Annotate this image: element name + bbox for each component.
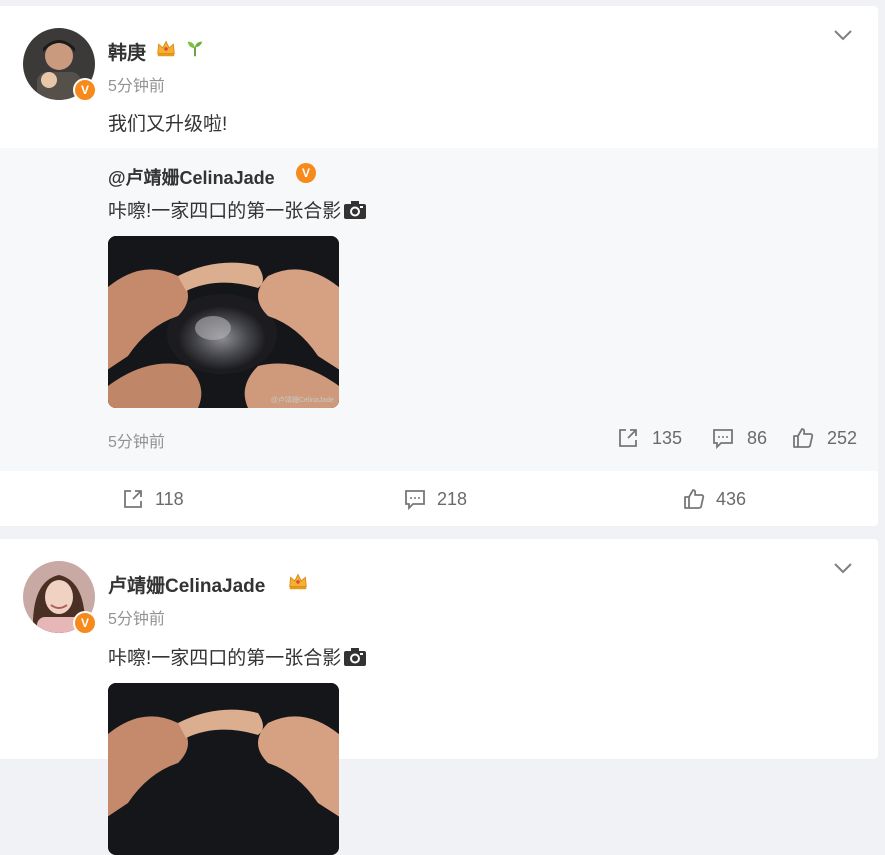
share-count: 118	[155, 488, 184, 509]
post-card: V 卢靖姗CelinaJade 5分钟前 咔嚓!一家四口的第一张合影	[0, 539, 878, 855]
thumbs-up-icon	[793, 428, 814, 448]
image-watermark: @卢靖姗CelinaJade	[270, 397, 334, 404]
post-time[interactable]: 5分钟前	[108, 72, 165, 96]
crown-icon	[157, 40, 175, 57]
post-image[interactable]	[108, 683, 339, 855]
repost-count: 135	[652, 427, 683, 448]
repost-source[interactable]: @卢靖姗CelinaJade	[108, 164, 275, 190]
post-card: V 韩庚 5分钟前 我们又升级啦! @卢靖姗CelinaJade V 咔嚓!一家…	[0, 6, 878, 526]
avatar[interactable]: V	[23, 28, 97, 102]
share-icon	[124, 490, 142, 508]
ultrasound-photo	[108, 683, 339, 855]
comment-count: 218	[437, 488, 468, 509]
post-text: 咔嚓!一家四口的第一张合影	[108, 643, 367, 670]
post-image[interactable]: @卢靖姗CelinaJade	[108, 236, 339, 408]
repost-comment-button[interactable]: 86	[711, 426, 767, 450]
share-icon	[619, 429, 637, 447]
repost-text-content: 咔嚓!一家四口的第一张合影	[108, 201, 342, 222]
camera-icon	[344, 201, 367, 219]
post-text-content: 咔嚓!一家四口的第一张合影	[108, 648, 342, 669]
verified-badge-icon: V	[296, 163, 316, 183]
verified-badge-icon: V	[73, 78, 97, 102]
repost-block[interactable]: @卢靖姗CelinaJade V 咔嚓!一家四口的第一张合影 @卢靖姗Celin…	[0, 148, 878, 471]
crown-icon	[289, 573, 307, 590]
username[interactable]: 卢靖姗CelinaJade	[108, 571, 265, 598]
chevron-down-icon[interactable]	[833, 561, 853, 575]
sprout-icon	[187, 41, 203, 57]
comment-icon	[405, 490, 425, 511]
thumbs-up-icon	[684, 489, 705, 509]
comment-icon	[713, 429, 733, 450]
username[interactable]: 韩庚	[108, 38, 146, 65]
repost-text: 咔嚓!一家四口的第一张合影	[108, 196, 367, 223]
repost-like-button[interactable]: 252	[791, 426, 857, 450]
avatar[interactable]: V	[23, 561, 97, 635]
comment-count: 86	[747, 427, 768, 448]
repost-time[interactable]: 5分钟前	[108, 428, 165, 452]
comment-button[interactable]: 218	[403, 487, 467, 511]
repost-share-button[interactable]: 135	[616, 426, 682, 450]
post-text: 我们又升级啦!	[108, 114, 228, 135]
like-count: 252	[827, 427, 858, 448]
ultrasound-photo	[108, 236, 339, 408]
verified-badge-icon: V	[73, 611, 97, 635]
camera-icon	[344, 648, 367, 666]
like-button[interactable]: 436	[682, 487, 746, 511]
chevron-down-icon[interactable]	[833, 28, 853, 42]
post-time[interactable]: 5分钟前	[108, 605, 165, 629]
like-count: 436	[716, 488, 747, 509]
share-button[interactable]: 118	[121, 487, 184, 511]
